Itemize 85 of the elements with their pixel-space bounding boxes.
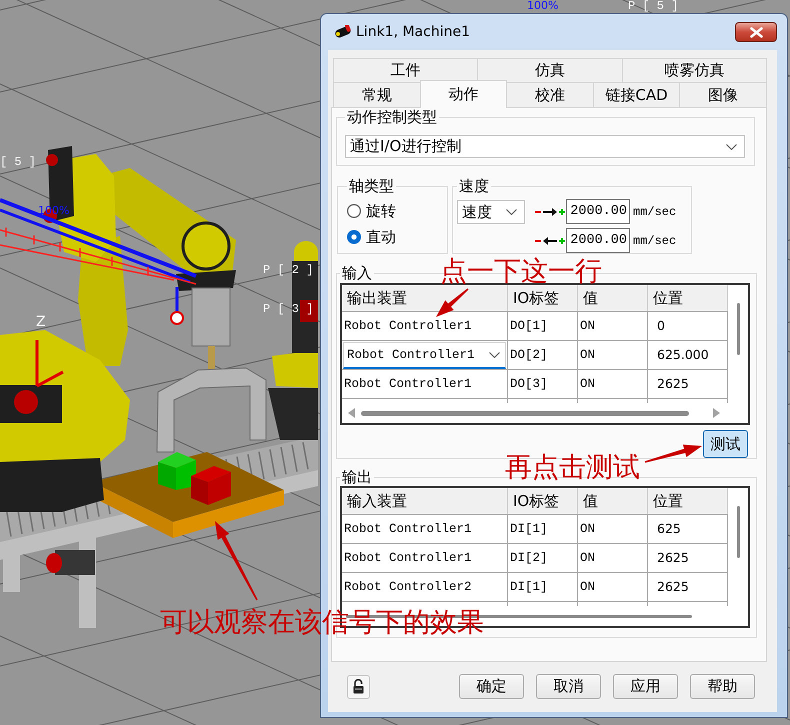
number-field[interactable]: 2000.00 (566, 228, 630, 253)
speed-label: 100% (527, 0, 558, 12)
annotation-arrow (436, 288, 468, 317)
number-field[interactable]: 2000.00 (566, 199, 630, 224)
scrollbar-thumb[interactable] (737, 303, 740, 355)
table-cell: 2625 (648, 544, 728, 572)
radio-button[interactable] (347, 230, 361, 244)
dialog-button[interactable]: 帮助 (690, 674, 755, 699)
axis-triad-icon (36, 340, 64, 388)
column-header[interactable]: IO标签 (508, 488, 578, 514)
close-icon (750, 26, 762, 38)
table-cell: 625 (648, 515, 728, 543)
table-cell: ON (578, 573, 648, 601)
lock-button[interactable] (347, 674, 370, 698)
test-button[interactable]: 测试 (703, 430, 748, 458)
dropdown[interactable]: 通过I/O进行控制 (345, 135, 745, 158)
column-header[interactable]: 输出装置 (342, 285, 508, 311)
dialog-button[interactable]: 确定 (459, 674, 524, 699)
table-cell: ON (578, 370, 648, 398)
point-label: P [ 3 ] (263, 303, 314, 316)
radio-label[interactable]: 旋转 (366, 202, 396, 220)
tab[interactable]: 工件 (333, 58, 478, 82)
table-cell: 2625 (648, 370, 728, 398)
table-cell: Robot Controller2 (342, 573, 508, 601)
table-cell: DI[1] (508, 515, 578, 543)
radio-button[interactable] (347, 204, 361, 218)
window-title: Link1, Machine1 (356, 24, 471, 40)
target-marker-icon (170, 311, 184, 325)
axis-label: Z (36, 314, 46, 330)
table-cell: Robot Controller1 (342, 544, 508, 572)
scrollbar-thumb[interactable] (361, 410, 689, 416)
table-cell: DO[2] (508, 341, 578, 369)
table-cell: ON (578, 544, 648, 572)
chevron-down-icon (726, 144, 737, 150)
table-cell: Robot Controller1 (342, 370, 508, 398)
point-label: [ 5 ] (0, 156, 36, 169)
table-cell: ON (578, 515, 648, 543)
column-header[interactable]: 位置 (648, 285, 728, 311)
table-cell: Robot Controller1 (342, 515, 508, 543)
unit-label: mm/sec (633, 234, 676, 248)
table-cell: DO[1] (508, 312, 578, 340)
padlock-icon (353, 679, 364, 694)
tab[interactable]: 喷雾仿真 (622, 58, 767, 82)
column-header[interactable]: IO标签 (508, 285, 578, 311)
table-cell: ON (578, 341, 648, 369)
dialog-button[interactable]: 应用 (613, 674, 678, 699)
chevron-down-icon (489, 352, 500, 358)
column-header[interactable]: 输入装置 (342, 488, 508, 514)
column-header[interactable]: 值 (578, 285, 648, 311)
dialog-button[interactable]: 取消 (536, 674, 601, 699)
unit-label: mm/sec (633, 204, 676, 218)
tab[interactable]: 常规 (333, 82, 421, 107)
group-label: 输出 (341, 468, 373, 486)
scrollbar-thumb[interactable] (737, 506, 740, 558)
chevron-down-icon (506, 209, 517, 215)
cube-drawing (158, 452, 196, 490)
cell-dropdown[interactable]: Robot Controller1 (343, 342, 506, 369)
column-header[interactable]: 值 (578, 488, 648, 514)
table-cell: DI[1] (508, 573, 578, 601)
table-cell: 0 (648, 312, 728, 340)
annotation-text: 点一下这一行 (440, 256, 602, 288)
group-label: 动作控制类型 (346, 108, 438, 126)
close-button[interactable] (735, 22, 777, 42)
dropdown[interactable]: 速度 (457, 200, 525, 224)
column-header[interactable]: 位置 (648, 488, 728, 514)
minus-arrow-plus-icon (535, 234, 565, 246)
cube-drawing (191, 466, 231, 505)
speed-label: 100% (38, 205, 70, 217)
table-cell: 625.000 (648, 341, 728, 369)
annotation-text: 再点击测试 (505, 452, 640, 484)
motor-drawing (46, 550, 95, 575)
tab[interactable]: 动作 (420, 80, 508, 108)
table-cell: 2625 (648, 573, 728, 601)
point-label: P [ 2 ] (263, 264, 314, 277)
point-label: P [ 5 ] (628, 0, 678, 13)
group-label: 轴类型 (348, 177, 395, 195)
group-label: 输入 (341, 264, 373, 282)
table-cell: DO[3] (508, 370, 578, 398)
minus-arrow-plus-icon (535, 206, 565, 218)
table-cell: ON (578, 312, 648, 340)
table-cell: DI[2] (508, 544, 578, 572)
tab[interactable]: 图像 (679, 82, 767, 107)
annotation-arrow (644, 444, 702, 463)
radio-label[interactable]: 直动 (366, 228, 396, 246)
group-label: 速度 (458, 177, 490, 195)
